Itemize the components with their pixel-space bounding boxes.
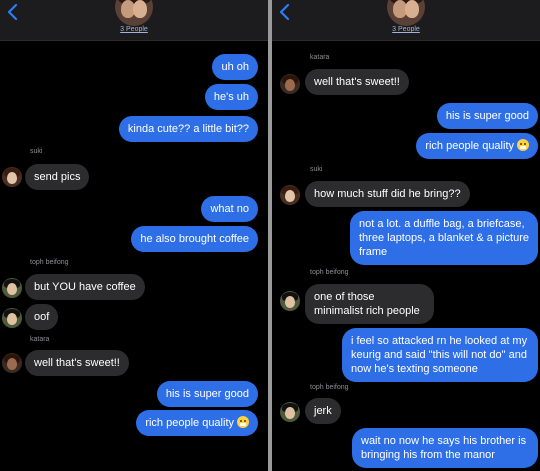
sender-name: toph beifong	[310, 269, 349, 276]
left-conversation-pane: 3 People uh oh he's uh kinda cute?? a li…	[0, 0, 268, 471]
message-text: rich people quality	[425, 140, 514, 152]
message-bubble-sent: he's uh	[204, 84, 258, 110]
sender-name: suki	[310, 166, 323, 173]
avatar	[280, 402, 300, 422]
group-people-label[interactable]: 3 People	[272, 26, 540, 33]
message-bubble-sent: his is super good	[156, 381, 258, 407]
avatar	[2, 278, 22, 298]
message-bubble-sent: wait no now he says his brother is bring…	[352, 428, 538, 468]
message-bubble-sent: he also brought coffee	[131, 226, 258, 252]
message-bubble-received: one of those minimalist rich people	[305, 284, 434, 324]
avatar	[2, 167, 22, 187]
conversation-header: 3 People	[272, 0, 540, 41]
message-bubble-received: well that's sweet!!	[305, 69, 409, 95]
avatar	[280, 74, 300, 94]
conversation-header: 3 People	[0, 0, 268, 41]
message-bubble-sent: i feel so attacked rn he looked at my ke…	[342, 328, 538, 382]
sender-name: toph beifong	[310, 384, 349, 391]
group-people-label[interactable]: 3 People	[0, 26, 268, 33]
avatar	[2, 353, 22, 373]
message-bubble-sent: what no	[201, 196, 258, 222]
message-text: rich people quality	[145, 417, 234, 429]
message-bubble-received: well that's sweet!!	[25, 350, 129, 376]
message-bubble-received: send pics	[25, 164, 90, 190]
message-bubble-sent: rich people quality	[416, 133, 538, 159]
group-avatar[interactable]	[115, 0, 153, 26]
chevron-left-icon[interactable]	[278, 4, 292, 20]
message-bubble-received: how much stuff did he bring??	[305, 181, 470, 207]
sender-name: katara	[30, 336, 50, 343]
grimacing-face-emoji-icon	[237, 416, 249, 428]
sender-name: toph beifong	[30, 259, 69, 266]
avatar	[2, 308, 22, 328]
sender-name: katara	[310, 54, 330, 61]
message-bubble-sent: kinda cute?? a little bit??	[118, 116, 258, 142]
message-bubble-sent: rich people quality	[136, 410, 258, 436]
grimacing-face-emoji-icon	[517, 139, 529, 151]
message-bubble-received: oof	[25, 304, 59, 330]
group-avatar[interactable]	[387, 0, 425, 26]
avatar	[280, 185, 300, 205]
message-bubble-sent: uh oh	[212, 54, 258, 80]
message-bubble-received: jerk	[305, 398, 341, 424]
right-conversation-pane: 3 People katara well that's sweet!! his …	[272, 0, 540, 471]
message-bubble-received: but YOU have coffee	[25, 274, 145, 300]
sender-name: suki	[30, 148, 43, 155]
chevron-left-icon[interactable]	[6, 4, 20, 20]
avatar	[280, 291, 300, 311]
message-bubble-sent: not a lot. a duffle bag, a briefcase, th…	[350, 211, 538, 265]
message-bubble-sent: his is super good	[436, 103, 538, 129]
